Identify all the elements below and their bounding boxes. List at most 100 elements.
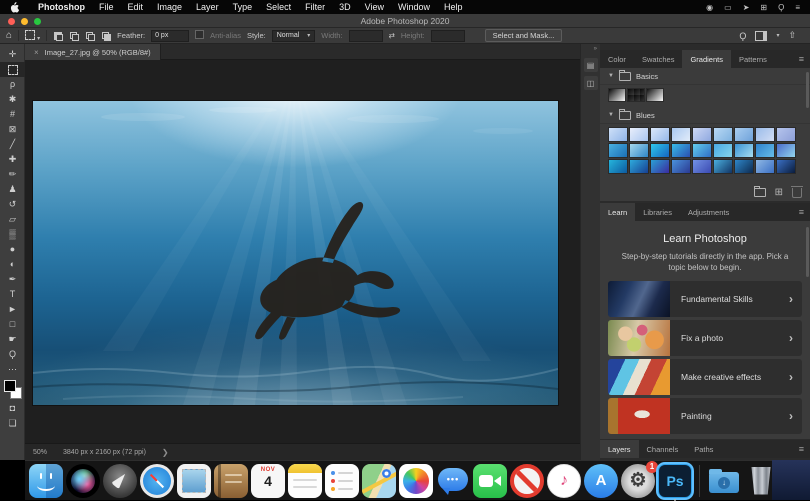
type-tool[interactable]: T <box>0 287 25 302</box>
gradient-swatch[interactable] <box>629 127 649 142</box>
canvas-image[interactable] <box>33 101 558 405</box>
gradient-swatch[interactable] <box>650 143 670 158</box>
chevron-down-icon[interactable]: ▾ <box>776 32 779 39</box>
camera-icon[interactable]: ◉ <box>706 3 713 12</box>
lasso-tool[interactable]: ρ <box>0 77 25 92</box>
share-icon[interactable]: ⇧ <box>788 30 796 41</box>
quick-selection-tool[interactable]: ✱ <box>0 92 25 107</box>
canvas-pasteboard[interactable] <box>25 60 580 443</box>
dock-safari-icon[interactable] <box>140 463 174 498</box>
gradient-group-blues[interactable]: ▼ Blues <box>600 107 810 124</box>
display-icon[interactable]: ▭ <box>724 3 732 12</box>
tool-preset-marquee-icon[interactable]: ▾ <box>25 29 40 42</box>
gradient-swatch[interactable] <box>713 159 733 174</box>
height-input[interactable] <box>430 29 465 42</box>
gradient-swatch[interactable] <box>755 127 775 142</box>
feather-input[interactable]: 0 px <box>151 29 190 42</box>
tab-channels[interactable]: Channels <box>639 440 687 458</box>
gradient-swatch[interactable] <box>650 127 670 142</box>
location-arrow-icon[interactable]: ➤ <box>743 3 750 12</box>
menu-select[interactable]: Select <box>259 2 298 12</box>
close-tab-icon[interactable]: × <box>34 48 39 57</box>
width-input[interactable] <box>348 29 383 42</box>
expand-panels-icon[interactable]: » <box>581 44 600 54</box>
dock-photoshop-icon[interactable]: Ps <box>658 463 692 501</box>
dock-finder-icon[interactable] <box>29 463 63 498</box>
search-icon[interactable]: Ϙ <box>739 31 746 41</box>
dock-app-store-icon[interactable]: A <box>584 463 618 498</box>
tab-libraries[interactable]: Libraries <box>635 203 680 221</box>
gradient-tool[interactable]: ▒ <box>0 227 25 242</box>
pen-tool[interactable]: ✒ <box>0 272 25 287</box>
menu-filter[interactable]: Filter <box>298 2 332 12</box>
shape-tool[interactable]: □ <box>0 317 25 332</box>
tab-gradients[interactable]: Gradients <box>682 50 731 68</box>
workspace-icon[interactable] <box>755 30 768 41</box>
tab-swatches[interactable]: Swatches <box>634 50 683 68</box>
dock-reminders-icon[interactable] <box>325 463 359 498</box>
dock-trash-icon[interactable] <box>744 464 778 498</box>
panel-menu-icon[interactable]: ≡ <box>799 54 804 64</box>
gradient-swatch[interactable] <box>692 143 712 158</box>
apple-menu-icon[interactable] <box>10 1 19 13</box>
tab-adjustments[interactable]: Adjustments <box>680 203 737 221</box>
gradient-swatch[interactable] <box>734 159 754 174</box>
clone-stamp-tool[interactable]: ♟ <box>0 182 25 197</box>
menu-type[interactable]: Type <box>226 2 260 12</box>
gradient-swatch[interactable] <box>608 159 628 174</box>
zoom-tool[interactable]: Ϙ <box>0 347 25 362</box>
gradient-swatch[interactable] <box>629 159 649 174</box>
menu-edit[interactable]: Edit <box>121 2 151 12</box>
intersect-selection-icon[interactable] <box>101 31 112 41</box>
color-swatches[interactable] <box>0 379 25 401</box>
tab-learn[interactable]: Learn <box>600 203 636 221</box>
gradient-swatch[interactable] <box>627 88 645 102</box>
gradient-swatch[interactable] <box>734 127 754 142</box>
document-tab[interactable]: × Image_27.jpg @ 50% (RGB/8#) <box>25 44 161 60</box>
spotlight-search-icon[interactable]: Ϙ <box>778 3 784 12</box>
gradient-swatch[interactable] <box>755 159 775 174</box>
menu-view[interactable]: View <box>358 2 391 12</box>
toolbar-options[interactable]: ⋯ <box>0 362 25 377</box>
gradient-swatch[interactable] <box>629 143 649 158</box>
quick-mask-icon[interactable]: ◘ <box>0 401 25 416</box>
tab-paths[interactable]: Paths <box>686 440 721 458</box>
learn-card-fundamental-skills[interactable]: Fundamental Skills › <box>608 281 802 317</box>
gradient-swatch[interactable] <box>608 143 628 158</box>
gradient-swatch[interactable] <box>692 159 712 174</box>
menu-layer[interactable]: Layer <box>189 2 226 12</box>
dock-facetime-icon[interactable] <box>473 463 507 498</box>
dock-photos-icon[interactable] <box>399 463 433 498</box>
menu-window[interactable]: Window <box>391 2 437 12</box>
subtract-selection-icon[interactable] <box>85 31 96 41</box>
dock-notes-icon[interactable] <box>288 463 322 498</box>
gradient-swatch[interactable] <box>776 127 796 142</box>
tab-layers[interactable]: Layers <box>600 440 639 458</box>
dock-calendar-icon[interactable]: NOV 4 <box>251 463 285 498</box>
dock-siri-icon[interactable] <box>66 463 100 498</box>
gradient-swatch[interactable] <box>734 143 754 158</box>
dodge-tool[interactable]: ◐ <box>0 257 25 272</box>
gradient-swatch[interactable] <box>671 127 691 142</box>
swap-dimensions-icon[interactable]: ⇄ <box>389 31 395 40</box>
learn-card-fix-a-photo[interactable]: Fix a photo › <box>608 320 802 356</box>
gradient-swatch[interactable] <box>755 143 775 158</box>
learn-scrollbar[interactable] <box>806 227 809 277</box>
learn-card-make-creative-effects[interactable]: Make creative effects › <box>608 359 802 395</box>
dock-launchpad-icon[interactable] <box>103 463 137 498</box>
gradient-group-basics[interactable]: ▼ Basics <box>600 68 810 85</box>
collapsed-history-panel-icon[interactable]: ▤ <box>583 58 598 72</box>
eraser-tool[interactable]: ▱ <box>0 212 25 227</box>
select-and-mask-button[interactable]: Select and Mask... <box>484 29 563 42</box>
eyedropper-tool[interactable]: ╱ <box>0 137 25 152</box>
menu-help[interactable]: Help <box>437 2 470 12</box>
screen-mode-icon[interactable]: ❏ <box>0 416 25 431</box>
gradient-swatch[interactable] <box>713 143 733 158</box>
add-selection-icon[interactable] <box>69 31 80 41</box>
brush-tool[interactable]: ✏ <box>0 167 25 182</box>
style-select[interactable]: Normal ▾ <box>271 29 316 42</box>
dock-blocked-icon[interactable] <box>510 463 544 498</box>
status-chevron-icon[interactable]: ❯ <box>162 448 169 457</box>
gradient-swatch[interactable] <box>671 143 691 158</box>
history-brush-tool[interactable]: ↺ <box>0 197 25 212</box>
